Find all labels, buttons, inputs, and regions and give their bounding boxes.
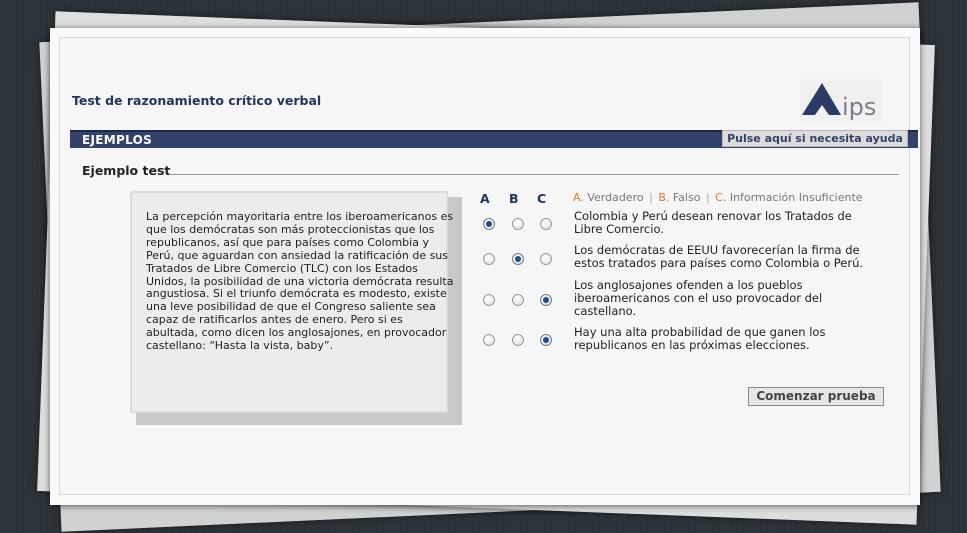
radio-q1-c[interactable]: [540, 218, 552, 230]
test-panel-inner: Test de razonamiento crítico verbal ips …: [59, 37, 918, 495]
answer-legend: A. Verdadero | B. Falso | C. Información…: [573, 191, 863, 204]
legend-text-c: Información Insuficiente: [729, 191, 863, 204]
help-button[interactable]: Pulse aquí si necesita ayuda: [722, 130, 908, 147]
section-divider: [169, 174, 899, 175]
legend-separator: |: [649, 191, 653, 204]
radio-q2-a[interactable]: [483, 253, 495, 265]
radio-q2-c[interactable]: [540, 253, 552, 265]
radio-selected-dot: [515, 256, 521, 262]
question-4-text: Hay una alta probabilidad de que ganen l…: [574, 325, 826, 352]
radio-q1-b[interactable]: [512, 218, 524, 230]
legend-key-a: A.: [573, 191, 584, 204]
legend-text-a: Verdadero: [587, 191, 644, 204]
radio-q3-b[interactable]: [512, 294, 524, 306]
legend-key-c: C.: [715, 191, 727, 204]
radio-selected-dot: [543, 337, 549, 343]
legend-text-b: Falso: [672, 191, 701, 204]
page-title: Test de razonamiento crítico verbal: [72, 93, 322, 108]
column-header-a: A: [480, 191, 490, 206]
start-test-button[interactable]: Comenzar prueba: [748, 387, 884, 406]
radio-selected-dot: [486, 221, 492, 227]
radio-q3-c[interactable]: [540, 294, 552, 306]
passage-text: La percepción mayoritaria entre los iber…: [146, 210, 454, 353]
question-3-text: Los anglosajones ofenden a los pueblos i…: [574, 278, 823, 318]
question-1-text: Colombia y Perú desean renovar los Trata…: [574, 209, 852, 236]
legend-separator: |: [705, 191, 710, 204]
logo-text: ips: [842, 93, 876, 121]
passage-card: La percepción mayoritaria entre los iber…: [130, 191, 462, 425]
radio-q4-b[interactable]: [512, 334, 524, 346]
legend-key-b: B.: [658, 191, 670, 204]
vips-logo: ips: [800, 79, 882, 123]
column-header-c: C: [537, 191, 547, 206]
radio-selected-dot: [543, 297, 549, 303]
radio-q4-a[interactable]: [483, 334, 495, 346]
radio-q3-a[interactable]: [483, 294, 495, 306]
test-panel: Test de razonamiento crítico verbal ips …: [50, 28, 920, 505]
column-header-b: B: [509, 191, 519, 206]
band-label: EJEMPLOS: [82, 133, 153, 147]
logo-triangle-icon: ips: [802, 83, 876, 121]
radio-q4-c[interactable]: [540, 334, 552, 346]
radio-q1-a[interactable]: [483, 218, 495, 230]
question-2-text: Los demócratas de EEUU favorecerían la f…: [574, 243, 864, 270]
radio-q2-b[interactable]: [512, 253, 524, 265]
section-title: Ejemplo test: [82, 163, 171, 178]
